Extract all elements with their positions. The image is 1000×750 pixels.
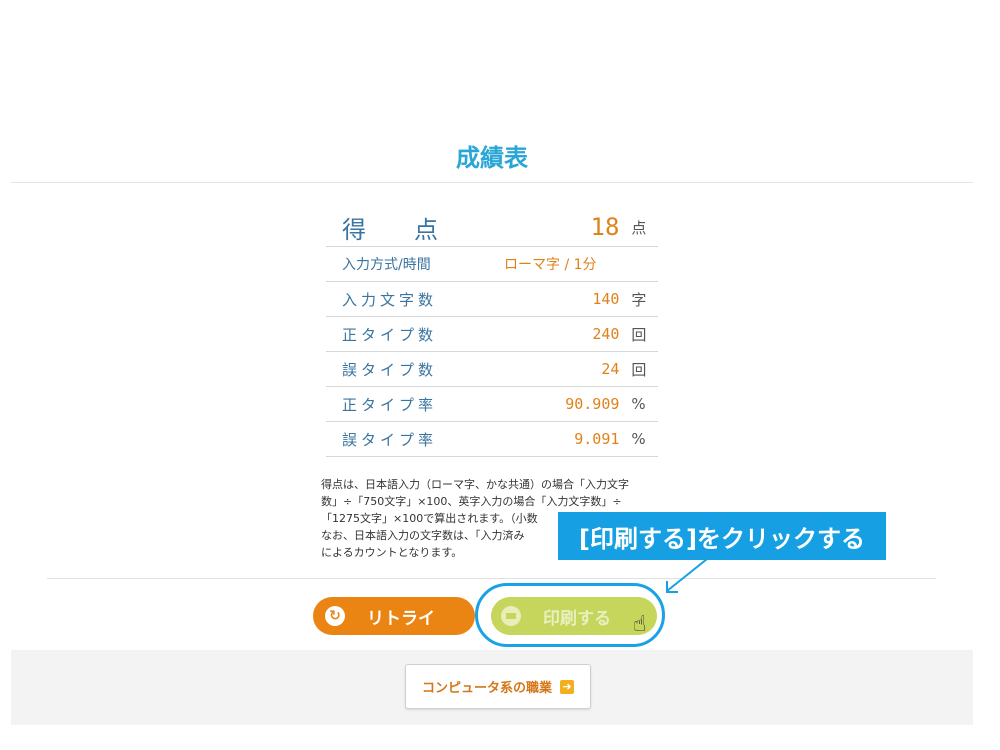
row-value: 9.091	[574, 430, 620, 448]
row-label: 正タイプ数	[342, 325, 438, 344]
row-label: 入力方式/時間	[342, 257, 431, 273]
callout-arrow-icon	[666, 558, 708, 593]
arrow-right-icon: ➔	[560, 679, 574, 694]
page-title: 成績表	[456, 144, 528, 172]
note-line: 得点は、日本語入力（ローマ字、かな共通）の場合「入力文字	[321, 478, 629, 491]
career-label: コンピュータ系の職業	[421, 681, 552, 696]
table-row: 正タイプ率 90.909 %	[326, 387, 658, 422]
row-value: 90.909	[565, 395, 620, 413]
score-value: 18	[590, 213, 620, 241]
row-unit: 字	[631, 290, 647, 309]
printer-icon	[501, 606, 521, 626]
row-value: 140	[592, 290, 620, 308]
instruction-callout: [印刷する]をクリックする	[558, 512, 886, 560]
divider	[11, 182, 973, 183]
retry-label: リトライ	[367, 608, 435, 629]
table-row: 誤タイプ数 24 回	[326, 352, 658, 387]
row-label: 入力文字数	[342, 290, 438, 309]
score-table: 得 点 18 点 入力方式/時間 ローマ字 / 1分 入力文字数 140 字 正…	[326, 208, 658, 457]
retry-button[interactable]: ↻ リトライ	[313, 597, 475, 635]
retry-icon: ↻	[325, 606, 345, 626]
row-label: 正タイプ率	[342, 395, 438, 414]
row-value: ローマ字 / 1分	[504, 257, 597, 273]
row-label: 誤タイプ率	[342, 430, 438, 449]
row-unit: %	[631, 430, 646, 448]
row-label: 誤タイプ数	[342, 360, 438, 379]
row-unit: 回	[631, 360, 647, 379]
row-value: 24	[601, 360, 620, 378]
table-row: 正タイプ数 240 回	[326, 317, 658, 352]
score-unit: 点	[631, 218, 647, 237]
table-row: 誤タイプ率 9.091 %	[326, 422, 658, 457]
table-row: 入力方式/時間 ローマ字 / 1分	[326, 247, 658, 282]
hand-cursor-icon: ☝	[633, 612, 647, 637]
row-unit: 回	[631, 325, 647, 344]
career-button[interactable]: コンピュータ系の職業 ➔	[405, 664, 591, 709]
score-label: 得 点	[342, 215, 438, 244]
note-line: 数」÷「750文字」×100、英字入力の場合「入力文字数」÷	[321, 495, 622, 508]
row-value: 240	[592, 325, 620, 343]
row-unit: %	[631, 395, 646, 413]
score-row: 得 点 18 点	[326, 208, 658, 247]
print-label: 印刷する	[543, 608, 611, 629]
table-row: 入力文字数 140 字	[326, 282, 658, 317]
divider	[47, 578, 936, 579]
